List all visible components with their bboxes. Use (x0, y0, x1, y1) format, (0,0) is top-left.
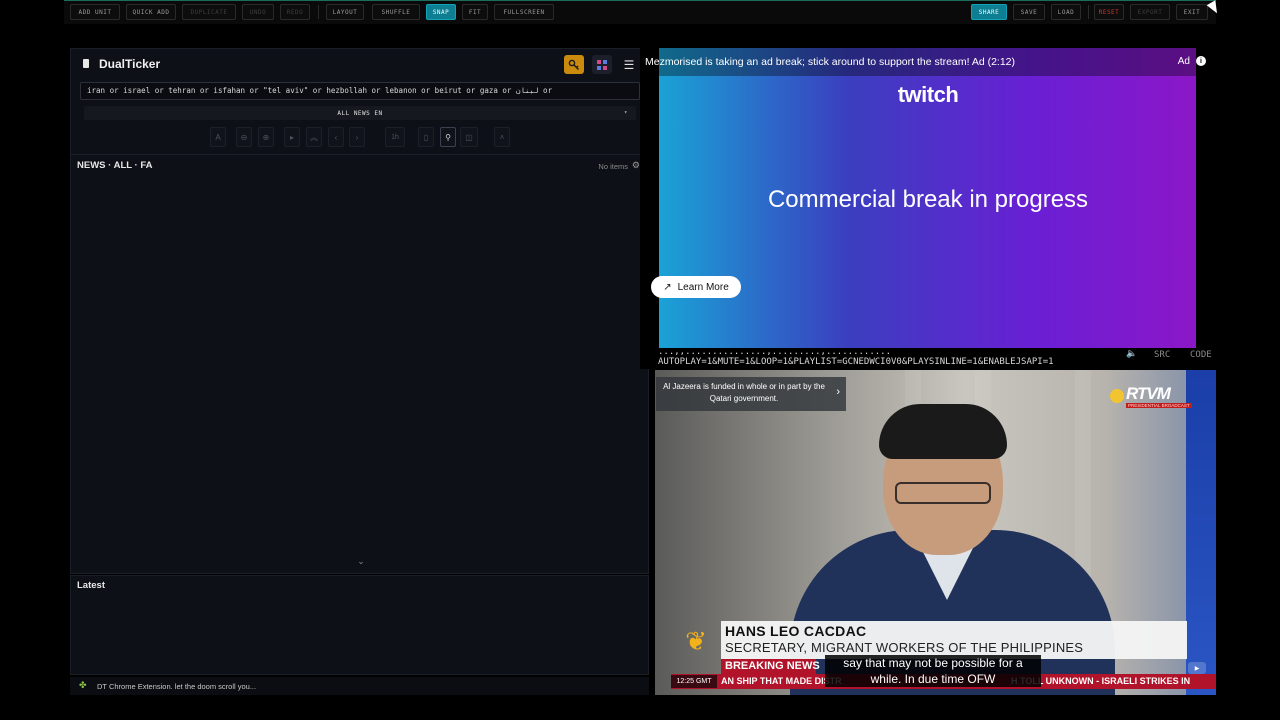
time-range-button[interactable]: 1h (385, 127, 405, 147)
news-panel: DualTicker ☰ iran or israel or tehran or… (70, 48, 649, 574)
commercial-headline: Commercial break in progress (767, 186, 1089, 213)
rtvm-subtitle: PRESIDENTIAL BROADCAST (1126, 403, 1192, 408)
link-icon: ⚲ (445, 132, 451, 142)
rtvm-title: RTVM (1126, 384, 1171, 403)
reset-button[interactable]: RESET (1094, 4, 1124, 20)
quick-add-button[interactable]: QUICK ADD (126, 4, 176, 20)
chevron-down-icon: ▾ (623, 109, 628, 116)
toolbar-divider (318, 5, 319, 19)
chevron-right-icon: › (355, 132, 359, 142)
ad-label: Ad (1177, 56, 1190, 67)
footer-bar: ✤ DT Chrome Extension. let the doom scro… (70, 677, 649, 695)
puzzle-icon: ✤ (79, 680, 87, 690)
chevron-up-icon: ˄ (499, 132, 505, 142)
twitch-logo: twitch (897, 82, 959, 107)
ad-banner: Mezmorised is taking an ad break; stick … (640, 48, 1216, 76)
share-button[interactable]: SHARE (971, 4, 1007, 20)
brand-logo-icon (83, 59, 89, 68)
flag (1186, 370, 1216, 695)
speaker-icon[interactable]: 🔈 (1126, 349, 1137, 359)
closed-caption: say that may not be possible for a while… (825, 655, 1041, 687)
ad-message: Mezmorised is taking an ad break; stick … (645, 56, 1016, 68)
news-source-label: ALL NEWS EN (337, 109, 383, 117)
font-icon: A (215, 132, 221, 142)
speaker-glasses (895, 482, 991, 504)
play-button[interactable]: ▸ (284, 127, 300, 147)
info-icon[interactable]: i (1196, 56, 1206, 66)
scroll-down-button[interactable]: ⌄ (352, 554, 370, 568)
funding-disclaimer[interactable]: Al Jazeera is funded in whole or in part… (656, 377, 846, 411)
news-source-select[interactable]: ALL NEWS EN ▾ (84, 106, 636, 120)
ticker-time: 12:25 GMT (671, 675, 717, 688)
camera-icon: ◫ (465, 132, 473, 142)
font-toggle-button[interactable]: A (210, 127, 226, 147)
speaker-hair (879, 404, 1007, 459)
chevron-right-icon: › (836, 386, 840, 398)
link-button[interactable]: ⚲ (440, 127, 456, 147)
toolbar-divider (1088, 5, 1089, 19)
speaker-title: SECRETARY, MIGRANT WORKERS OF THE PHILIP… (725, 640, 1084, 655)
export-button[interactable]: EXPORT (1130, 4, 1170, 20)
code-button[interactable]: CODE (1190, 350, 1212, 360)
latest-title: Latest (77, 580, 105, 591)
divider (71, 154, 648, 155)
zoom-in-icon: ⊕ (262, 132, 270, 142)
bookmark-icon: ▯ (423, 132, 429, 142)
youtube-icon[interactable]: ▶ (1188, 662, 1206, 674)
embed-url-strip: ...,,...............,.........,.........… (640, 348, 1216, 369)
save-button[interactable]: SAVE (1013, 4, 1045, 20)
zoom-out-button[interactable]: ⊖ (236, 127, 252, 147)
rtvm-logo: RTVM PRESIDENTIAL BROADCAST (1110, 384, 1202, 412)
exit-button[interactable]: EXIT (1176, 4, 1208, 20)
top-toolbar: ADD UNIT QUICK ADD DUPLICATE UNDO REDO L… (64, 0, 1216, 24)
duplicate-button[interactable]: DUPLICATE (182, 4, 236, 20)
camera-button[interactable]: ◫ (460, 127, 478, 147)
prev-button[interactable]: ‹ (328, 127, 344, 147)
search-query-input[interactable]: iran or israel or tehran or isfahan or "… (80, 82, 640, 100)
lower-third: HANS LEO CACDAC SECRETARY, MIGRANT WORKE… (721, 621, 1187, 659)
double-chevron-up-icon: ︽ (310, 132, 318, 142)
chevron-down-icon: ⌄ (357, 555, 365, 566)
latest-panel: Latest (70, 575, 649, 675)
snap-button[interactable]: SNAP (426, 4, 456, 20)
item-count: No items (598, 162, 628, 171)
undo-button[interactable]: UNDO (242, 4, 274, 20)
collapse-button[interactable]: ˄ (494, 127, 510, 147)
grid-icon[interactable] (592, 55, 612, 74)
learn-more-label: Learn More (677, 281, 729, 293)
chevron-left-icon: ‹ (334, 132, 338, 142)
breaking-news-badge: BREAKING NEWS (721, 659, 820, 674)
ticker-headline: AN SHIP THAT MADE DISTR (721, 676, 842, 686)
play-icon: ▸ (289, 132, 294, 142)
zoom-out-icon: ⊖ (240, 132, 248, 142)
next-button[interactable]: › (349, 127, 365, 147)
embed-url-text: AUTOPLAY=1&MUTE=1&LOOP=1&PLAYLIST=GCNEDW… (658, 357, 1054, 367)
external-arrow-icon: ↗ (663, 281, 672, 293)
src-button[interactable]: SRC (1154, 350, 1170, 360)
sun-icon (1110, 389, 1124, 403)
zoom-in-button[interactable]: ⊕ (258, 127, 274, 147)
menu-icon[interactable]: ☰ (619, 55, 639, 74)
brand-title: DualTicker (99, 57, 161, 71)
bookmark-button[interactable]: ▯ (418, 127, 434, 147)
screen: ADD UNIT QUICK ADD DUPLICATE UNDO REDO L… (0, 0, 1280, 720)
redo-button[interactable]: REDO (280, 4, 310, 20)
layout-button[interactable]: LAYOUT (326, 4, 364, 20)
settings-gear-icon[interactable]: ⚙ (632, 160, 640, 171)
fit-button[interactable]: FIT (462, 4, 488, 20)
scroll-top-button[interactable]: ︽ (306, 127, 322, 147)
load-button[interactable]: LOAD (1051, 4, 1081, 20)
key-icon[interactable] (564, 55, 584, 74)
fullscreen-button[interactable]: FULLSCREEN (494, 4, 554, 20)
video-player[interactable]: Al Jazeera is funded in whole or in part… (655, 370, 1216, 695)
add-unit-button[interactable]: ADD UNIT (70, 4, 120, 20)
disclaimer-text: Al Jazeera is funded in whole or in part… (663, 382, 825, 403)
twitch-embed[interactable]: Mezmorised is taking an ad break; stick … (640, 48, 1216, 350)
learn-more-button[interactable]: ↗ Learn More (651, 276, 741, 298)
shuffle-button[interactable]: SHUFFLE (372, 4, 420, 20)
al-jazeera-logo-icon: ❦ (685, 625, 707, 656)
footer-text[interactable]: DT Chrome Extension. let the doom scroll… (97, 682, 256, 691)
speaker-name: HANS LEO CACDAC (725, 623, 867, 639)
news-section-title: NEWS · ALL · FA (77, 160, 153, 171)
